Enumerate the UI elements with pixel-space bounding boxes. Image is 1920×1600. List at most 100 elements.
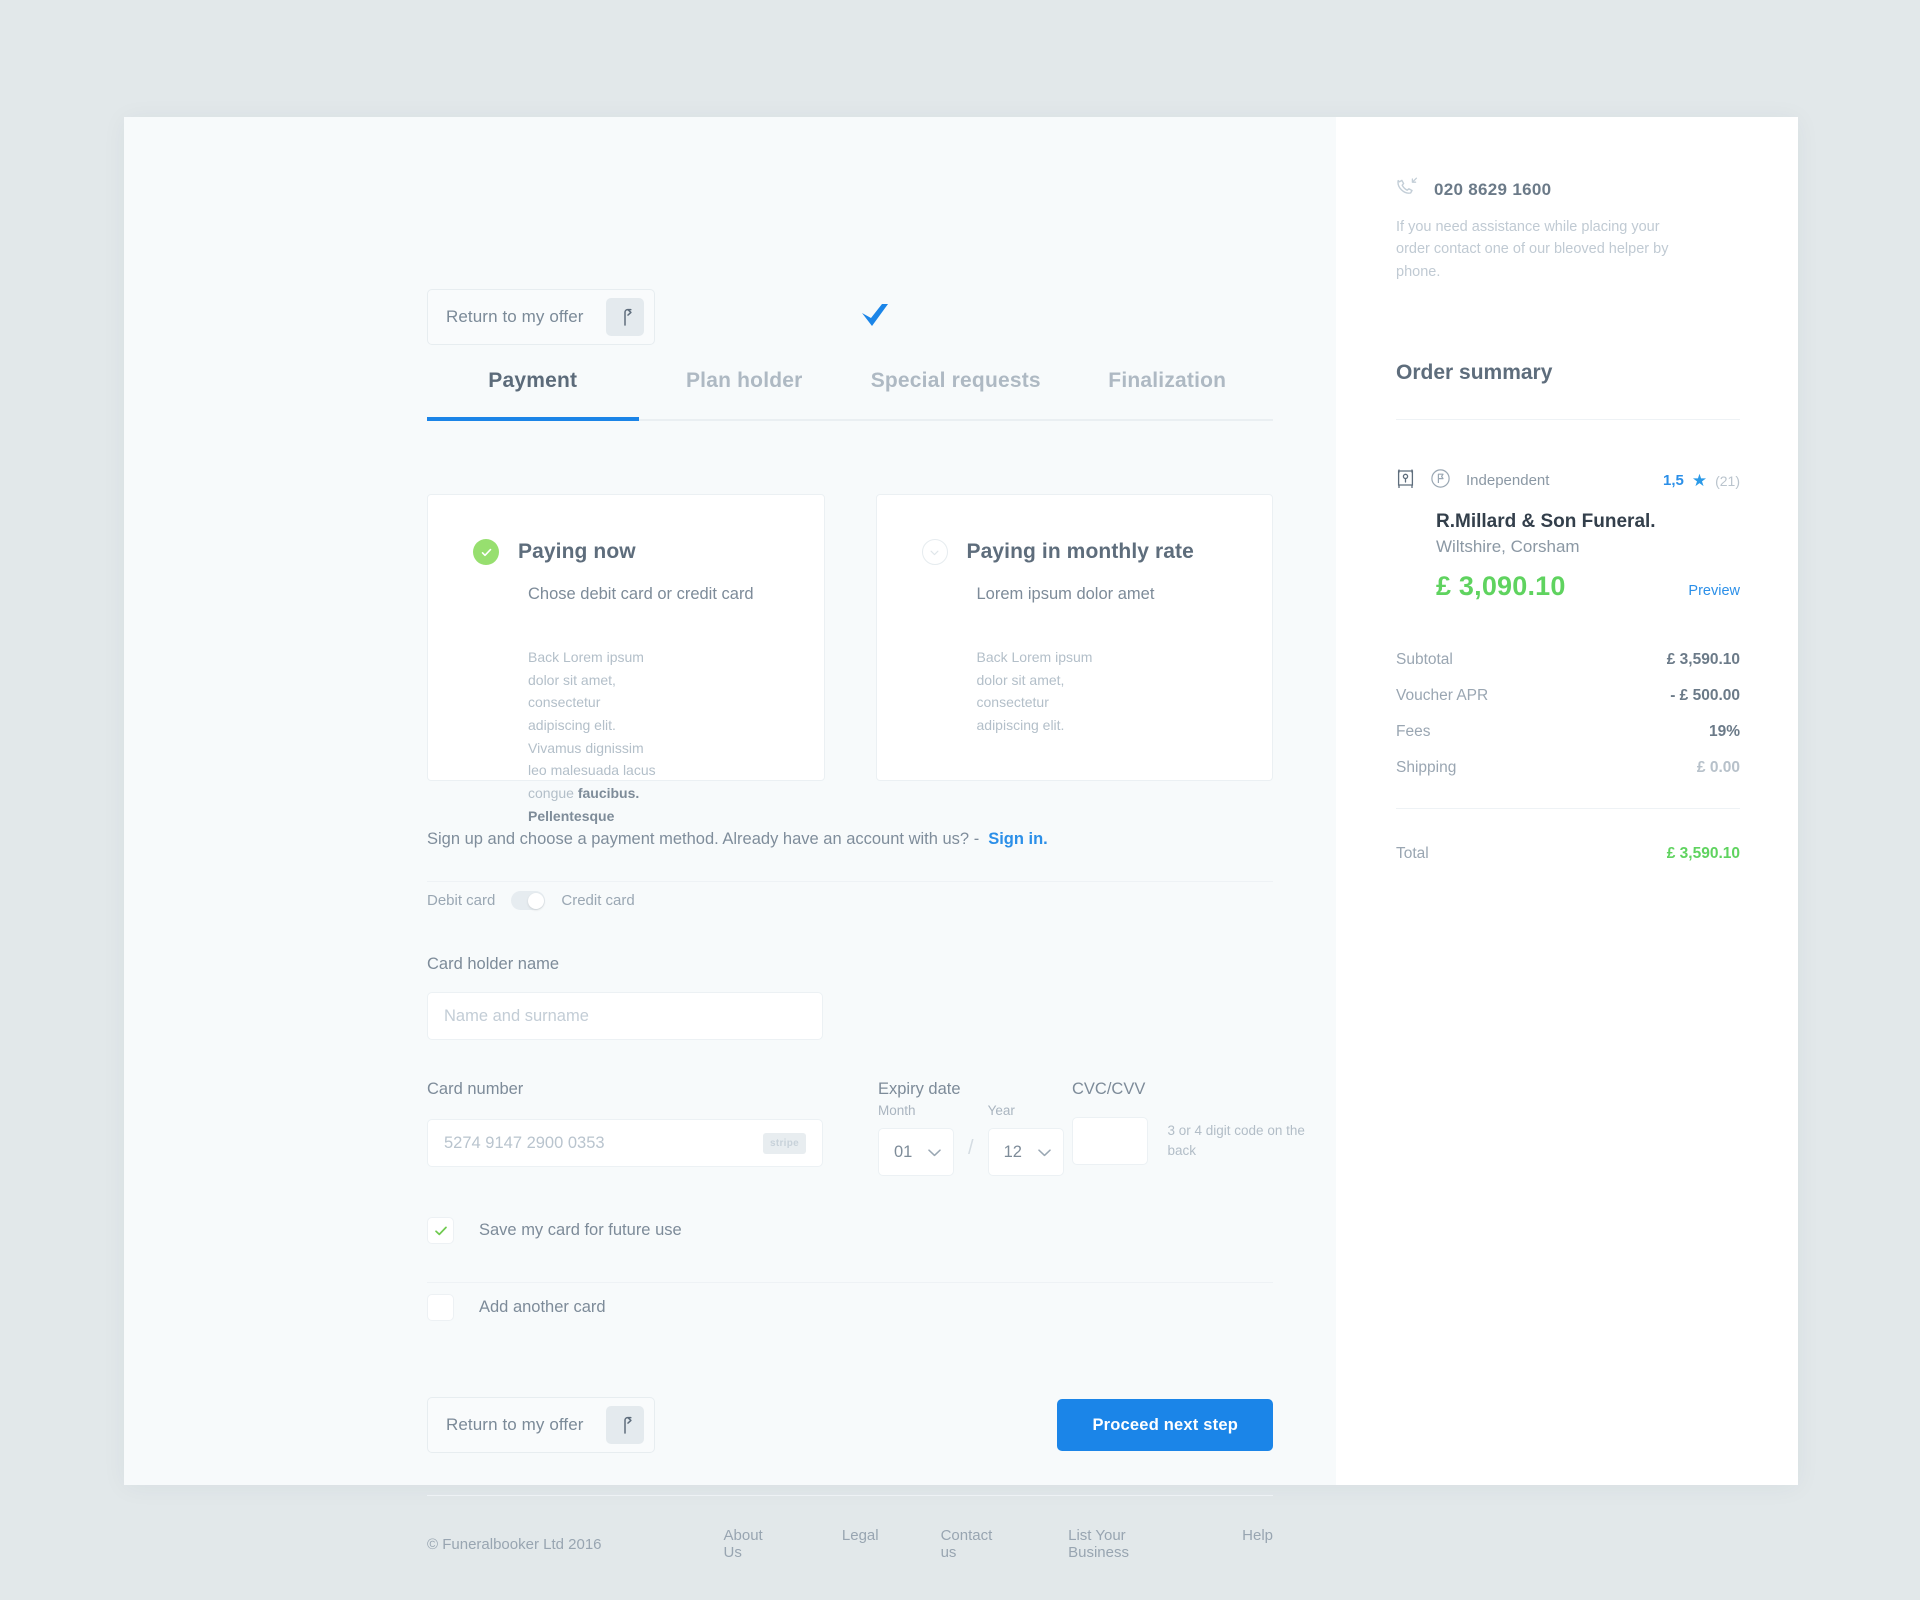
expiry-label: Expiry date xyxy=(878,1080,961,1098)
return-arrow-icon xyxy=(605,298,644,336)
payment-option-paying-now[interactable]: Paying now Chose debit card or credit ca… xyxy=(427,494,825,824)
payment-option-subtitle: Lorem ipsum dolor amet xyxy=(976,585,1155,603)
expiry-month-value: 01 xyxy=(894,1142,913,1161)
save-card-checkbox[interactable] xyxy=(427,1217,454,1244)
price-breakdown: Subtotal £ 3,590.10 Voucher APR - £ 500.… xyxy=(1396,642,1740,863)
cvc-label: CVC/CVV xyxy=(1072,1080,1146,1098)
order-summary-divider xyxy=(1396,419,1740,421)
return-to-offer-label-top: Return to my offer xyxy=(446,307,584,326)
footer-link-help[interactable]: Help xyxy=(1242,1527,1273,1561)
tab-finalization[interactable]: Finalization xyxy=(1062,369,1274,419)
expiry-year-value: 12 xyxy=(1003,1142,1022,1161)
save-card-checkbox-row[interactable]: Save my card for future use xyxy=(427,1217,1273,1283)
card-holder-input[interactable]: Name and surname xyxy=(427,992,823,1040)
footer-link-legal[interactable]: Legal xyxy=(842,1527,879,1561)
add-another-card-label: Add another card xyxy=(479,1298,606,1316)
card-type-toggle-group: Debit card Credit card xyxy=(427,891,635,910)
breakdown-value: - £ 500.00 xyxy=(1670,687,1740,705)
tab-special-requests-label: Special requests xyxy=(870,369,1041,392)
blue-checkmark-logo xyxy=(860,302,890,335)
vendor-price-row: £ 3,090.10 Preview xyxy=(1436,571,1740,602)
add-another-card-checkbox[interactable] xyxy=(427,1294,454,1321)
payment-option-monthly[interactable]: Paying in monthly rate Lorem ipsum dolor… xyxy=(875,494,1273,781)
footer-link-contact-us[interactable]: Contact us xyxy=(941,1527,1007,1561)
card-holder-field-group: Card holder name Name and surname xyxy=(427,955,823,1040)
card-number-field-group: Card number 5274 9147 2900 0353 stripe xyxy=(427,1080,823,1167)
card-number-input[interactable]: 5274 9147 2900 0353 stripe xyxy=(427,1119,823,1167)
vendor-preview-link[interactable]: Preview xyxy=(1688,583,1740,599)
payment-options: Paying now Chose debit card or credit ca… xyxy=(427,494,1273,824)
tab-payment-label: Payment xyxy=(488,369,578,392)
support-phone-number[interactable]: 020 8629 1600 xyxy=(1434,180,1551,200)
star-icon: ★ xyxy=(1691,470,1708,490)
expiry-month-group: Month 01 xyxy=(878,1103,954,1176)
add-another-card-row[interactable]: Add another card xyxy=(427,1294,1273,1359)
order-sidebar: 020 8629 1600 If you need assistance whi… xyxy=(1336,117,1798,1485)
radio-unselected-icon[interactable] xyxy=(921,539,948,565)
signup-text: Sign up and choose a payment method. Alr… xyxy=(427,830,980,848)
chevron-down-icon xyxy=(1037,1143,1051,1162)
toggle-knob xyxy=(527,892,544,909)
cvc-hint-text: 3 or 4 digit code on the back xyxy=(1167,1122,1305,1158)
page-root: Return to my offer Payment Plan holder S… xyxy=(0,0,1920,1600)
cvc-field-group: CVC/CVV 3 or 4 digit code on the back xyxy=(1072,1080,1336,1165)
checkout-main-column: Return to my offer Payment Plan holder S… xyxy=(124,117,1336,1561)
payment-option-header: Paying in monthly rate xyxy=(877,539,1273,565)
expiry-field-group: Expiry date Month 01 / Year 12 xyxy=(878,1080,1064,1176)
radio-selected-icon[interactable] xyxy=(473,539,499,565)
breakdown-key: Subtotal xyxy=(1396,651,1453,669)
breakdown-key: Fees xyxy=(1396,723,1431,741)
breakdown-value: £ 0.00 xyxy=(1696,759,1740,777)
expiry-separator: / xyxy=(968,1137,974,1159)
breakdown-value: 19% xyxy=(1708,723,1740,741)
footer-nav: About Us Legal Contact us List Your Busi… xyxy=(662,1527,1274,1561)
vendor-price: £ 3,090.10 xyxy=(1436,571,1566,602)
breakdown-value: £ 3,590.10 xyxy=(1666,651,1740,669)
cvc-input[interactable] xyxy=(1072,1117,1148,1165)
expiry-row: Month 01 / Year 12 xyxy=(878,1103,1064,1176)
expiry-month-select[interactable]: 01 xyxy=(878,1128,954,1176)
footer-copyright: © Funeralbooker Ltd 2016 xyxy=(427,1535,602,1553)
total-row: Total £ 3,590.10 xyxy=(1396,845,1740,863)
tab-payment[interactable]: Payment xyxy=(427,369,639,421)
breakdown-key: Voucher APR xyxy=(1396,687,1489,705)
tab-special-requests[interactable]: Special requests xyxy=(850,369,1062,419)
expiry-year-select[interactable]: 12 xyxy=(987,1128,1064,1176)
return-to-offer-button-bottom[interactable]: Return to my offer xyxy=(427,1397,655,1453)
support-phone-line: 020 8629 1600 xyxy=(1396,177,1740,202)
map-pin-icon xyxy=(1396,468,1415,493)
checkout-window: Return to my offer Payment Plan holder S… xyxy=(124,117,1798,1561)
breakdown-row-voucher-apr: Voucher APR - £ 500.00 xyxy=(1396,678,1740,714)
payment-option-header: Paying now xyxy=(428,539,824,565)
phone-incoming-icon xyxy=(1396,177,1418,202)
proceed-next-step-button[interactable]: Proceed next step xyxy=(1057,1399,1273,1451)
expiry-year-label: Year xyxy=(987,1103,1015,1118)
vendor-type-label: Independent xyxy=(1466,472,1550,490)
tab-plan-holder[interactable]: Plan holder xyxy=(639,369,851,419)
expiry-month-label: Month xyxy=(878,1103,916,1118)
total-label: Total xyxy=(1396,845,1429,863)
credit-card-label: Credit card xyxy=(561,892,635,909)
return-arrow-icon xyxy=(605,1406,644,1444)
return-to-offer-label-bottom: Return to my offer xyxy=(446,1415,584,1434)
payment-option-fineprint: Back Lorem ipsum dolor sit amet, consect… xyxy=(976,649,1093,734)
vendor-rating: 1,5 ★ (21) xyxy=(1663,471,1740,491)
sign-in-link[interactable]: Sign in. xyxy=(988,830,1048,848)
chevron-down-icon xyxy=(928,1143,941,1162)
card-holder-label: Card holder name xyxy=(427,955,560,973)
breakdown-key: Shipping xyxy=(1396,759,1457,777)
footer-link-about-us[interactable]: About Us xyxy=(724,1527,780,1561)
breakdown-row-subtotal: Subtotal £ 3,590.10 xyxy=(1396,642,1740,678)
tab-plan-holder-label: Plan holder xyxy=(685,369,803,392)
payment-option-fineprint: Back Lorem ipsum dolor sit amet, consect… xyxy=(428,646,658,827)
footer-link-list-your-business[interactable]: List Your Business xyxy=(1068,1527,1180,1561)
save-card-label: Save my card for future use xyxy=(479,1221,682,1239)
card-type-toggle[interactable] xyxy=(511,891,546,910)
return-to-offer-button-top[interactable]: Return to my offer xyxy=(427,289,655,345)
card-number-placeholder: 5274 9147 2900 0353 xyxy=(444,1133,605,1152)
vendor-meta-row: Independent 1,5 ★ (21) xyxy=(1396,468,1740,493)
debit-card-label: Debit card xyxy=(427,892,496,909)
footer: © Funeralbooker Ltd 2016 About Us Legal … xyxy=(427,1527,1273,1561)
signup-prompt: Sign up and choose a payment method. Alr… xyxy=(427,830,1273,882)
support-help-text: If you need assistance while placing you… xyxy=(1396,219,1669,280)
